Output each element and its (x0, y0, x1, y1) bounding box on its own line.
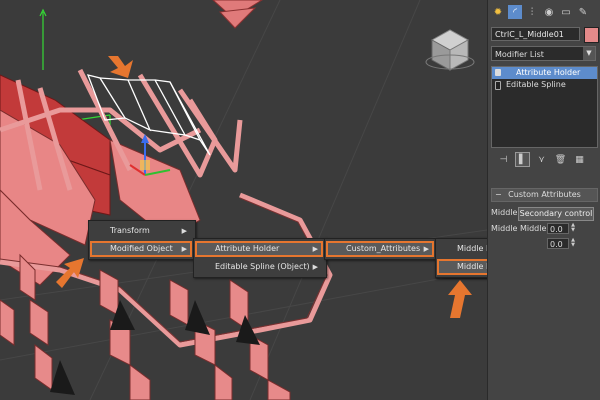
command-panel: ✹ ◜ ⫶ ◉ ▭ ✎ CtrlC_L_Middle01 Modifier Li… (487, 0, 600, 400)
spinner-icon[interactable]: ▲ ▼ (570, 238, 576, 249)
pin-icon[interactable]: ⊣ (496, 152, 511, 167)
viewport[interactable]: Transform ▶ Modified Object ▶ Attribute … (0, 0, 489, 400)
menu-item-attribute-holder[interactable]: Attribute Holder ▶ (195, 241, 323, 257)
utilities-icon[interactable]: ✎ (576, 5, 590, 19)
chevron-down-icon: ▼ (583, 47, 595, 60)
menu-item-transform[interactable]: Transform ▶ (90, 223, 192, 239)
collapse-icon: − (495, 190, 502, 199)
menu-item-modified-object[interactable]: Modified Object ▶ (90, 241, 192, 257)
middle-label: Middle: (491, 208, 521, 217)
rollout-title: Custom Attributes (508, 190, 581, 199)
submenu-arrow-icon: ▶ (312, 263, 318, 271)
app-window: Transform ▶ Modified Object ▶ Attribute … (0, 0, 600, 400)
arrow-top (108, 56, 133, 78)
submenu-arrow-icon: ▶ (181, 227, 187, 235)
object-name-field[interactable]: CtrlC_L_Middle01 (491, 27, 580, 41)
motion-icon[interactable]: ◉ (542, 5, 556, 19)
hierarchy-icon[interactable]: ⫶ (525, 5, 539, 19)
arrow-bottom (448, 280, 472, 318)
stack-item-editable-spline[interactable]: Editable Spline (492, 79, 597, 91)
object-color-swatch[interactable] (584, 27, 599, 43)
secondary-control-button[interactable]: Secondary control (518, 207, 594, 221)
modifier-list-dropdown[interactable]: Modifier List ▼ (491, 46, 596, 61)
stack-toolbar: ⊣ ▌ ⋎ 🗑 ▦ (496, 152, 596, 167)
show-end-result-icon[interactable]: ▌ (515, 152, 530, 167)
arc-icon[interactable]: ◜ (508, 5, 522, 19)
menu-item-custom-attributes[interactable]: Custom_Attributes ▶ (326, 241, 434, 257)
submenu-arrow-icon: ▶ (181, 245, 187, 253)
modifier-stack: Attribute Holder Editable Spline (491, 66, 598, 148)
submenu-arrow-icon: ▶ (423, 245, 429, 253)
spinner-icon[interactable]: ▲ ▼ (570, 223, 576, 234)
quad-menu-level1: Transform ▶ Modified Object ▶ (88, 220, 196, 260)
stack-item-label: Attribute Holder (516, 68, 581, 77)
menu-item-editable-spline-object[interactable]: Editable Spline (Object) ▶ (195, 259, 323, 275)
stack-item-attribute-holder[interactable]: Attribute Holder (492, 67, 597, 79)
modifier-list-label: Modifier List (495, 50, 544, 59)
display-icon[interactable]: ▭ (559, 5, 573, 19)
middle-end-y-field[interactable]: 0.0 (547, 238, 569, 249)
submenu-arrow-icon: ▶ (312, 245, 318, 253)
stack-item-label: Editable Spline (506, 80, 566, 89)
viewcube-icon[interactable] (425, 29, 475, 71)
viewport-scene (0, 0, 487, 400)
sun-icon[interactable]: ✹ (491, 5, 505, 19)
menu-item-label: Transform (110, 226, 150, 235)
top-object (212, 0, 263, 29)
make-unique-icon[interactable]: ⋎ (534, 152, 549, 167)
lightbulb-icon[interactable] (495, 69, 501, 76)
menu-item-label: Editable Spline (Object) (215, 262, 310, 271)
custom-attributes-rollout[interactable]: − Custom Attributes (491, 188, 598, 202)
quad-menu-level2: Attribute Holder ▶ Editable Spline (Obje… (193, 238, 327, 278)
spline-icon (495, 81, 501, 90)
configure-icon[interactable]: ▦ (572, 152, 587, 167)
menu-item-label: Attribute Holder (215, 244, 280, 253)
remove-modifier-icon[interactable]: 🗑 (553, 152, 568, 167)
middle-middle-y-field[interactable]: 0.0 (547, 223, 569, 234)
menu-item-label: Modified Object (110, 244, 173, 253)
command-panel-tabs: ✹ ◜ ⫶ ◉ ▭ ✎ (488, 0, 600, 24)
menu-item-label: Custom_Attributes (346, 244, 421, 253)
quad-menu-level3: Custom_Attributes ▶ (324, 238, 438, 260)
middle-middle-y-label: Middle Middle Y: (491, 224, 556, 233)
